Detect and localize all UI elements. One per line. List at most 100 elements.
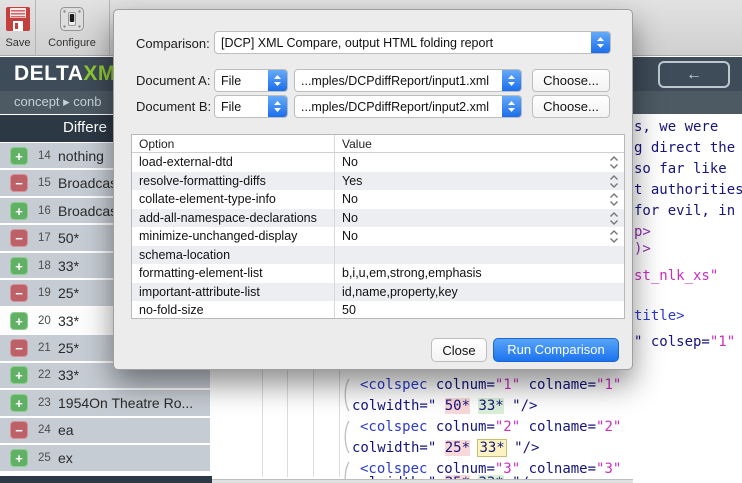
stepper-icon[interactable] bbox=[609, 230, 619, 246]
diff-label: 25* bbox=[58, 285, 79, 301]
option-value[interactable]: No bbox=[335, 209, 624, 228]
document-b-label: Document B: bbox=[136, 99, 211, 114]
document-b-path-select[interactable]: ...mples/DCPdiffReport/input2.xml bbox=[294, 95, 522, 118]
document-a-label: Document A: bbox=[136, 73, 210, 88]
comparison-select[interactable]: [DCP] XML Compare, output HTML folding r… bbox=[214, 31, 611, 54]
back-button[interactable]: ← bbox=[658, 61, 730, 88]
option-name: formatting-element-list bbox=[132, 264, 335, 283]
option-value[interactable]: b,i,u,em,strong,emphasis bbox=[335, 264, 624, 283]
option-value[interactable]: Yes bbox=[335, 172, 624, 191]
breadcrumb[interactable]: concept ▸ conb bbox=[14, 94, 101, 110]
stepper-icon[interactable] bbox=[609, 212, 619, 228]
added-icon: + bbox=[10, 147, 28, 165]
option-value[interactable] bbox=[335, 246, 624, 265]
choose-document-b-button[interactable]: Choose... bbox=[532, 95, 610, 118]
option-row[interactable]: resolve-formatting-diffs Yes bbox=[132, 172, 624, 191]
horizontal-scrollbar[interactable] bbox=[212, 479, 633, 483]
option-name: add-all-namespace-declarations bbox=[132, 209, 335, 228]
code-line: <colspec colnum="2" colname="2" bbox=[360, 418, 621, 436]
diff-row-25[interactable]: +25 ex bbox=[0, 445, 210, 470]
option-value[interactable]: No bbox=[335, 227, 624, 246]
document-a-path-value: ...mples/DCPdiffReport/input1.xml bbox=[295, 74, 502, 88]
save-button[interactable]: Save bbox=[2, 3, 34, 53]
option-row[interactable]: no-fold-size 50 bbox=[132, 301, 624, 319]
diff-row-23[interactable]: +23 1954On Theatre Ro... bbox=[0, 390, 210, 415]
code-line: colwidth=" 25* 33* "/> bbox=[352, 439, 539, 457]
app-window: { "toolbar": { "save_label": "Save", "co… bbox=[0, 0, 742, 483]
app-logo: DELTAXML bbox=[14, 62, 129, 86]
chevron-up-down-icon bbox=[502, 70, 521, 91]
fold-marker-icon[interactable] bbox=[342, 378, 350, 412]
code-line: st_nlk_xs" bbox=[634, 267, 718, 285]
option-row[interactable]: important-attribute-list id,name,propert… bbox=[132, 283, 624, 302]
option-name: minimize-unchanged-display bbox=[132, 227, 335, 246]
close-button[interactable]: Close bbox=[431, 338, 487, 362]
diff-number: 15 bbox=[38, 177, 51, 189]
option-row[interactable]: schema-location bbox=[132, 246, 624, 265]
code-line: title> bbox=[634, 307, 685, 325]
removed-icon: − bbox=[10, 421, 28, 439]
chevron-up-down-icon bbox=[502, 96, 521, 117]
configure-button[interactable]: Configure bbox=[37, 3, 107, 53]
fold-marker-icon[interactable] bbox=[342, 420, 350, 454]
diff-number: 22 bbox=[38, 369, 51, 381]
diff-number: 17 bbox=[38, 232, 51, 244]
option-name: collate-element-type-info bbox=[132, 190, 335, 209]
removed-icon: − bbox=[10, 229, 28, 247]
configure-button-label: Configure bbox=[48, 37, 96, 49]
diff-label: 1954On Theatre Ro... bbox=[58, 395, 193, 411]
code-line: so far like bbox=[634, 160, 727, 178]
code-line: colwidth=" 50* 33* "/> bbox=[352, 397, 537, 415]
option-row[interactable]: minimize-unchanged-display No bbox=[132, 227, 624, 246]
diff-number: 23 bbox=[38, 397, 51, 409]
chevron-up-down-icon bbox=[268, 70, 287, 91]
option-name: load-external-dtd bbox=[132, 153, 335, 172]
document-a-type-select[interactable]: File bbox=[214, 69, 288, 92]
document-a-path-select[interactable]: ...mples/DCPdiffReport/input1.xml bbox=[294, 69, 522, 92]
option-name: important-attribute-list bbox=[132, 283, 335, 302]
code-line: <colspec colnum="1" colname="1" bbox=[360, 376, 621, 394]
diff-label: nothing bbox=[58, 148, 104, 164]
added-icon: + bbox=[10, 312, 28, 330]
option-row[interactable]: collate-element-type-info No bbox=[132, 190, 624, 209]
diff-label: ea bbox=[58, 422, 74, 438]
code-line: t authorities bbox=[634, 181, 742, 199]
option-value[interactable]: id,name,property,key bbox=[335, 283, 624, 302]
chevron-up-down-icon bbox=[591, 32, 610, 53]
left-arrow-icon: ← bbox=[686, 66, 702, 83]
save-button-label: Save bbox=[5, 37, 30, 49]
diff-label: 50* bbox=[58, 230, 79, 246]
diff-number: 19 bbox=[38, 287, 51, 299]
option-name: schema-location bbox=[132, 246, 335, 265]
diff-number: 25 bbox=[38, 452, 51, 464]
configure-icon bbox=[59, 6, 85, 37]
diff-label: ex bbox=[58, 450, 73, 466]
code-line: " colsep="1" bbox=[634, 333, 735, 351]
option-row[interactable]: add-all-namespace-declarations No bbox=[132, 209, 624, 228]
save-icon bbox=[5, 6, 31, 37]
run-comparison-button[interactable]: Run Comparison bbox=[493, 338, 619, 362]
removed-icon: − bbox=[10, 339, 28, 357]
added-icon: + bbox=[10, 449, 28, 467]
toolbar-separator bbox=[35, 0, 36, 56]
code-line: p> bbox=[634, 223, 651, 241]
option-value[interactable]: 50 bbox=[335, 301, 624, 319]
option-row[interactable]: load-external-dtd No bbox=[132, 153, 624, 172]
code-line: g direct the bbox=[634, 139, 735, 157]
option-column-header: Option bbox=[132, 135, 335, 152]
diff-label: 33* bbox=[58, 313, 79, 329]
option-row[interactable]: formatting-element-list b,i,u,em,strong,… bbox=[132, 264, 624, 283]
option-value[interactable]: No bbox=[335, 153, 624, 172]
removed-icon: − bbox=[10, 284, 28, 302]
value-column-header: Value bbox=[335, 135, 624, 152]
code-line: s, we were bbox=[634, 118, 718, 136]
document-b-path-value: ...mples/DCPdiffReport/input2.xml bbox=[295, 100, 502, 114]
choose-document-a-button[interactable]: Choose... bbox=[532, 69, 610, 92]
stepper-icon[interactable] bbox=[609, 193, 619, 209]
stepper-icon[interactable] bbox=[609, 156, 619, 172]
document-b-type-select[interactable]: File bbox=[214, 95, 288, 118]
added-icon: + bbox=[10, 394, 28, 412]
option-value[interactable]: No bbox=[335, 190, 624, 209]
diff-row-24[interactable]: −24ea bbox=[0, 418, 210, 443]
stepper-icon[interactable] bbox=[609, 175, 619, 191]
